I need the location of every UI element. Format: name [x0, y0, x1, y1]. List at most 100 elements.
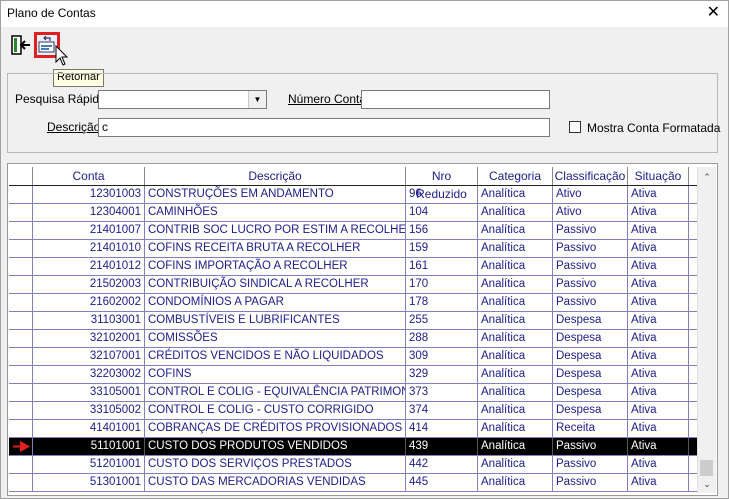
cell-categoria[interactable]: Analítica	[478, 420, 553, 437]
cell-categoria[interactable]: Analítica	[478, 438, 553, 455]
exit-button[interactable]	[8, 32, 34, 58]
cell-classificacao[interactable]: Passivo	[553, 438, 628, 455]
show-formatted-checkbox[interactable]	[569, 121, 581, 133]
cell-conta[interactable]: 21602002	[33, 294, 145, 311]
cell-descricao[interactable]: COBRANÇAS DE CRÉDITOS PROVISIONADOS	[145, 420, 406, 437]
cell-situacao[interactable]: Ativa	[628, 384, 689, 401]
cell-categoria[interactable]: Analítica	[478, 456, 553, 473]
cell-descricao[interactable]: CONTROL E COLIG - EQUIVALÊNCIA PATRIMON	[145, 384, 406, 401]
cell-descricao[interactable]: CUSTO DAS MERCADORIAS VENDIDAS	[145, 474, 406, 491]
cell-nro-reduzido[interactable]: 96	[406, 186, 478, 203]
cell-classificacao[interactable]: Passivo	[553, 456, 628, 473]
cell-descricao[interactable]: CONSTRUÇÕES EM ANDAMENTO	[145, 186, 406, 203]
cell-categoria[interactable]: Analítica	[478, 474, 553, 491]
cell-conta[interactable]: 21401012	[33, 258, 145, 275]
cell-classificacao[interactable]: Passivo	[553, 294, 628, 311]
cell-nro-reduzido[interactable]: 309	[406, 348, 478, 365]
cell-situacao[interactable]: Ativa	[628, 222, 689, 239]
cell-conta[interactable]: 41401001	[33, 420, 145, 437]
table-row[interactable]: 12304001 CAMINHÕES 104 Analítica Ativo Ativa	[9, 204, 697, 222]
cell-classificacao[interactable]: Passivo	[553, 276, 628, 293]
cell-conta[interactable]: 32203002	[33, 366, 145, 383]
cell-categoria[interactable]: Analítica	[478, 366, 553, 383]
cell-categoria[interactable]: Analítica	[478, 276, 553, 293]
cell-situacao[interactable]: Ativa	[628, 186, 689, 203]
cell-classificacao[interactable]: Despesa	[553, 366, 628, 383]
table-row[interactable]: 21401012 COFINS IMPORTAÇÃO A RECOLHER 161 A…	[9, 258, 697, 276]
cell-situacao[interactable]: Ativa	[628, 240, 689, 257]
cell-conta[interactable]: 32107001	[33, 348, 145, 365]
cell-conta[interactable]: 12304001	[33, 204, 145, 221]
cell-classificacao[interactable]: Despesa	[553, 348, 628, 365]
table-row[interactable]: 21602002 CONDOMÍNIOS A PAGAR 178 Analítica P…	[9, 294, 697, 312]
cell-nro-reduzido[interactable]: 374	[406, 402, 478, 419]
chevron-down-icon[interactable]: ▼	[248, 91, 266, 108]
cell-categoria[interactable]: Analítica	[478, 330, 553, 347]
cell-descricao[interactable]: COMBUSTÍVEIS E LUBRIFICANTES	[145, 312, 406, 329]
cell-conta[interactable]: 12301003	[33, 186, 145, 203]
cell-situacao[interactable]: Ativa	[628, 438, 689, 455]
cell-categoria[interactable]: Analítica	[478, 204, 553, 221]
cell-nro-reduzido[interactable]: 104	[406, 204, 478, 221]
cell-nro-reduzido[interactable]: 414	[406, 420, 478, 437]
cell-descricao[interactable]: COFINS RECEITA BRUTA A RECOLHER	[145, 240, 406, 257]
cell-classificacao[interactable]: Despesa	[553, 312, 628, 329]
cell-classificacao[interactable]: Ativo	[553, 186, 628, 203]
cell-conta[interactable]: 21401007	[33, 222, 145, 239]
scroll-down-icon[interactable]: ⌄	[698, 476, 716, 493]
header-categoria[interactable]: Categoria	[478, 167, 553, 185]
cell-classificacao[interactable]: Receita	[553, 420, 628, 437]
cell-conta[interactable]: 21502003	[33, 276, 145, 293]
table-row[interactable]: 51101001 CUSTO DOS PRODUTOS VENDIDOS 439 An…	[9, 438, 697, 456]
cell-categoria[interactable]: Analítica	[478, 402, 553, 419]
close-icon[interactable]: ✕	[707, 4, 720, 22]
table-row[interactable]: 33105002 CONTROL E COLIG - CUSTO CORRIGID…	[9, 402, 697, 420]
cell-descricao[interactable]: CONTROL E COLIG - CUSTO CORRIGIDO	[145, 402, 406, 419]
cell-descricao[interactable]: CONDOMÍNIOS A PAGAR	[145, 294, 406, 311]
table-row[interactable]: 51201001 CUSTO DOS SERVIÇOS PRESTADOS 442 A…	[9, 456, 697, 474]
cell-nro-reduzido[interactable]: 288	[406, 330, 478, 347]
cell-nro-reduzido[interactable]: 156	[406, 222, 478, 239]
cell-descricao[interactable]: CUSTO DOS SERVIÇOS PRESTADOS	[145, 456, 406, 473]
table-row[interactable]: 21401007 CONTRIB SOC LUCRO POR ESTIM A RE…	[9, 222, 697, 240]
header-conta[interactable]: Conta	[33, 167, 145, 185]
cell-situacao[interactable]: Ativa	[628, 348, 689, 365]
cell-categoria[interactable]: Analítica	[478, 240, 553, 257]
table-row[interactable]: 31103001 COMBUSTÍVEIS E LUBRIFICANTES 255 A…	[9, 312, 697, 330]
cell-situacao[interactable]: Ativa	[628, 402, 689, 419]
description-input[interactable]: c	[98, 118, 550, 137]
cell-conta[interactable]: 33105002	[33, 402, 145, 419]
cell-descricao[interactable]: COMISSÕES	[145, 330, 406, 347]
cell-nro-reduzido[interactable]: 373	[406, 384, 478, 401]
cell-classificacao[interactable]: Despesa	[553, 330, 628, 347]
cell-descricao[interactable]: CONTRIB SOC LUCRO POR ESTIM A RECOLHER	[145, 222, 406, 239]
cell-categoria[interactable]: Analítica	[478, 222, 553, 239]
cell-nro-reduzido[interactable]: 161	[406, 258, 478, 275]
cell-situacao[interactable]: Ativa	[628, 258, 689, 275]
cell-classificacao[interactable]: Ativo	[553, 204, 628, 221]
cell-situacao[interactable]: Ativa	[628, 204, 689, 221]
cell-classificacao[interactable]: Passivo	[553, 222, 628, 239]
cell-nro-reduzido[interactable]: 439	[406, 438, 478, 455]
cell-categoria[interactable]: Analítica	[478, 186, 553, 203]
table-row[interactable]: 32107001 CRÉDITOS VENCIDOS E NÃO LIQUIDAD…	[9, 348, 697, 366]
quick-search-combo[interactable]: ▼	[98, 90, 267, 109]
cell-classificacao[interactable]: Passivo	[553, 474, 628, 491]
table-row[interactable]: 33105001 CONTROL E COLIG - EQUIVALÊNCIA P…	[9, 384, 697, 402]
account-number-input[interactable]	[361, 90, 550, 109]
cell-nro-reduzido[interactable]: 255	[406, 312, 478, 329]
header-classificacao[interactable]: Classificação	[553, 167, 628, 185]
cell-conta[interactable]: 51201001	[33, 456, 145, 473]
header-descricao[interactable]: Descrição	[145, 167, 406, 185]
cell-descricao[interactable]: CUSTO DOS PRODUTOS VENDIDOS	[145, 438, 406, 455]
cell-descricao[interactable]: CRÉDITOS VENCIDOS E NÃO LIQUIDADOS	[145, 348, 406, 365]
cell-descricao[interactable]: COFINS	[145, 366, 406, 383]
table-row[interactable]: 21502003 CONTRIBUIÇÃO SINDICAL A RECOLHER…	[9, 276, 697, 294]
cell-situacao[interactable]: Ativa	[628, 420, 689, 437]
scroll-up-icon[interactable]: ⌃	[698, 169, 716, 186]
cell-categoria[interactable]: Analítica	[478, 384, 553, 401]
cell-descricao[interactable]: CONTRIBUIÇÃO SINDICAL A RECOLHER	[145, 276, 406, 293]
table-row[interactable]: 32102001 COMISSÕES 288 Analítica Despesa Ativ…	[9, 330, 697, 348]
cell-conta[interactable]: 51101001	[33, 438, 145, 455]
table-row[interactable]: 12301003 CONSTRUÇÕES EM ANDAMENTO 96 Analít…	[9, 186, 697, 204]
